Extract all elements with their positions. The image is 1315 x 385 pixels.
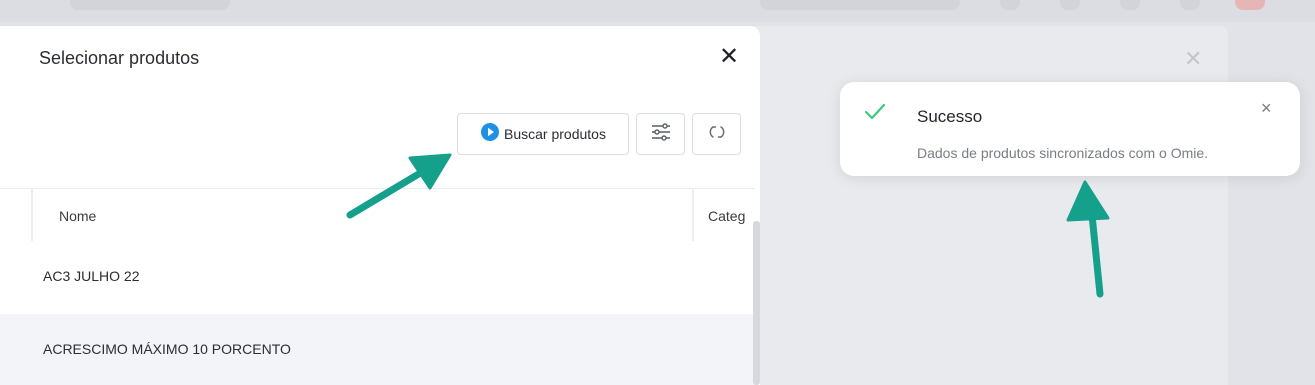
play-circle-icon: [480, 122, 500, 147]
search-products-label: Buscar produtos: [504, 126, 606, 142]
table-header: Nome Categ: [0, 188, 755, 242]
column-separator[interactable]: [692, 189, 694, 241]
select-products-modal: Selecionar produtos ✕ Buscar produtos No…: [0, 26, 760, 385]
table-scrollbar[interactable]: [753, 221, 760, 385]
check-icon: [863, 102, 887, 127]
modal-title: Selecionar produtos: [39, 48, 200, 68]
close-icon[interactable]: ✕: [719, 42, 739, 72]
column-header-categoria[interactable]: Categ: [708, 208, 755, 224]
background-close-icon[interactable]: ✕: [1184, 48, 1202, 70]
table-row[interactable]: AC3 JULHO 22: [0, 241, 755, 313]
background-panel: [720, 26, 1228, 385]
sliders-icon: [650, 122, 672, 147]
background-topbar: [0, 0, 1315, 22]
toast-title: Sucesso: [917, 107, 983, 126]
toast-message: Dados de produtos sincronizados com o Om…: [917, 145, 1209, 161]
product-name-cell: ACRESCIMO MÁXIMO 10 PORCENTO: [43, 341, 291, 357]
product-name-cell: AC3 JULHO 22: [43, 268, 140, 284]
table-row[interactable]: ACRESCIMO MÁXIMO 10 PORCENTO: [0, 314, 755, 385]
toast-close-icon[interactable]: ×: [1261, 98, 1272, 118]
column-separator[interactable]: [31, 189, 33, 241]
column-header-nome[interactable]: Nome: [59, 208, 96, 224]
refresh-icon: [707, 122, 727, 147]
success-toast: Sucesso Dados de produtos sincronizados …: [840, 82, 1300, 176]
search-products-button[interactable]: Buscar produtos: [457, 113, 629, 155]
filter-button[interactable]: [636, 113, 685, 155]
refresh-button[interactable]: [692, 113, 741, 155]
